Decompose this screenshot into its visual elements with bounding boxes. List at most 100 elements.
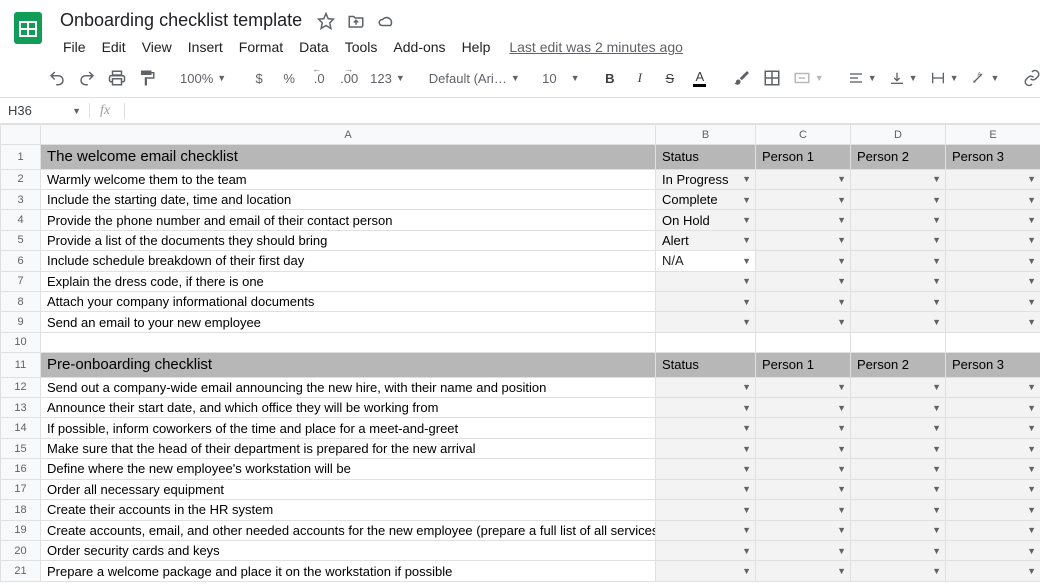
move-icon[interactable] [346, 11, 366, 31]
person-dropdown[interactable]: ▼ [946, 169, 1040, 189]
person-dropdown[interactable]: ▼ [756, 520, 851, 540]
insert-link-icon[interactable] [1019, 65, 1040, 91]
section-header-cell[interactable]: Person 1 [756, 145, 851, 170]
person-dropdown[interactable]: ▼ [851, 459, 946, 479]
menu-help[interactable]: Help [455, 35, 498, 59]
person-dropdown[interactable]: ▼ [946, 479, 1040, 499]
select-all-corner[interactable] [1, 125, 41, 145]
strikethrough-button[interactable]: S [657, 65, 683, 91]
sheets-logo[interactable] [8, 8, 48, 48]
horizontal-align-icon[interactable]: ▼ [844, 65, 881, 91]
cell[interactable]: Announce their start date, and which off… [41, 398, 656, 418]
menu-data[interactable]: Data [292, 35, 336, 59]
menu-addons[interactable]: Add-ons [386, 35, 452, 59]
cell[interactable]: Provide the phone number and email of th… [41, 210, 656, 230]
person-dropdown[interactable]: ▼ [756, 189, 851, 209]
person-dropdown[interactable]: ▼ [851, 189, 946, 209]
zoom-combo[interactable]: 100%▼ [176, 65, 230, 91]
font-size-combo[interactable]: 10▼ [541, 65, 581, 91]
status-dropdown[interactable]: N/A▼ [656, 251, 756, 271]
person-dropdown[interactable]: ▼ [756, 169, 851, 189]
menu-insert[interactable]: Insert [181, 35, 230, 59]
text-wrap-icon[interactable]: ▼ [926, 65, 963, 91]
section-header-cell[interactable]: Person 2 [851, 353, 946, 378]
row-header[interactable]: 6 [1, 251, 41, 271]
paint-format-icon[interactable] [134, 65, 160, 91]
row-header[interactable]: 2 [1, 169, 41, 189]
row-header[interactable]: 1 [1, 145, 41, 170]
person-dropdown[interactable]: ▼ [851, 251, 946, 271]
row-header[interactable]: 9 [1, 312, 41, 332]
print-icon[interactable] [104, 65, 130, 91]
spreadsheet-grid[interactable]: A B C D E 1The welcome email checklistSt… [0, 124, 1040, 582]
person-dropdown[interactable]: ▼ [946, 189, 1040, 209]
cell[interactable]: Define where the new employee's workstat… [41, 459, 656, 479]
row-header[interactable]: 14 [1, 418, 41, 438]
status-dropdown[interactable]: ▼ [656, 459, 756, 479]
section-header-cell[interactable]: Person 3 [946, 145, 1040, 170]
cell[interactable]: Send an email to your new employee [41, 312, 656, 332]
col-header-C[interactable]: C [756, 125, 851, 145]
status-dropdown[interactable]: ▼ [656, 540, 756, 560]
person-dropdown[interactable]: ▼ [946, 251, 1040, 271]
person-dropdown[interactable]: ▼ [946, 312, 1040, 332]
section-title-cell[interactable]: Pre-onboarding checklist [41, 353, 656, 378]
row-header[interactable]: 19 [1, 520, 41, 540]
cell[interactable]: Explain the dress code, if there is one [41, 271, 656, 291]
col-header-D[interactable]: D [851, 125, 946, 145]
cell[interactable] [656, 332, 756, 352]
cell[interactable] [756, 332, 851, 352]
row-header[interactable]: 18 [1, 500, 41, 520]
person-dropdown[interactable]: ▼ [851, 540, 946, 560]
person-dropdown[interactable]: ▼ [756, 312, 851, 332]
cell[interactable]: Prepare a welcome package and place it o… [41, 561, 656, 582]
person-dropdown[interactable]: ▼ [756, 479, 851, 499]
person-dropdown[interactable]: ▼ [851, 312, 946, 332]
menu-tools[interactable]: Tools [338, 35, 385, 59]
person-dropdown[interactable]: ▼ [946, 418, 1040, 438]
cell[interactable]: Include schedule breakdown of their firs… [41, 251, 656, 271]
cell[interactable]: Order all necessary equipment [41, 479, 656, 499]
person-dropdown[interactable]: ▼ [851, 210, 946, 230]
cell[interactable]: Send out a company-wide email announcing… [41, 377, 656, 397]
person-dropdown[interactable]: ▼ [756, 438, 851, 458]
section-header-cell[interactable]: Status [656, 353, 756, 378]
person-dropdown[interactable]: ▼ [851, 438, 946, 458]
cell[interactable] [946, 332, 1040, 352]
cell[interactable]: Attach your company informational docume… [41, 291, 656, 311]
person-dropdown[interactable]: ▼ [946, 520, 1040, 540]
col-header-E[interactable]: E [946, 125, 1040, 145]
person-dropdown[interactable]: ▼ [756, 210, 851, 230]
status-dropdown[interactable]: ▼ [656, 479, 756, 499]
status-dropdown[interactable]: ▼ [656, 561, 756, 582]
font-family-combo[interactable]: Default (Ari…▼ [425, 65, 525, 91]
person-dropdown[interactable]: ▼ [851, 479, 946, 499]
borders-icon[interactable] [759, 65, 785, 91]
person-dropdown[interactable]: ▼ [946, 377, 1040, 397]
cell[interactable]: If possible, inform coworkers of the tim… [41, 418, 656, 438]
status-dropdown[interactable]: Alert▼ [656, 230, 756, 250]
person-dropdown[interactable]: ▼ [851, 520, 946, 540]
status-dropdown[interactable]: On Hold▼ [656, 210, 756, 230]
person-dropdown[interactable]: ▼ [756, 418, 851, 438]
undo-icon[interactable] [44, 65, 70, 91]
row-header[interactable]: 16 [1, 459, 41, 479]
last-edit-link[interactable]: Last edit was 2 minutes ago [509, 39, 683, 55]
person-dropdown[interactable]: ▼ [946, 459, 1040, 479]
person-dropdown[interactable]: ▼ [946, 561, 1040, 582]
cloud-status-icon[interactable] [376, 11, 396, 31]
row-header[interactable]: 11 [1, 353, 41, 378]
vertical-align-icon[interactable]: ▼ [885, 65, 922, 91]
row-header[interactable]: 8 [1, 291, 41, 311]
person-dropdown[interactable]: ▼ [851, 271, 946, 291]
person-dropdown[interactable]: ▼ [756, 251, 851, 271]
row-header[interactable]: 20 [1, 540, 41, 560]
text-rotation-icon[interactable]: A▼ [966, 65, 1003, 91]
format-percent-button[interactable]: % [276, 65, 302, 91]
person-dropdown[interactable]: ▼ [946, 438, 1040, 458]
person-dropdown[interactable]: ▼ [851, 561, 946, 582]
name-box[interactable]: H36 ▼ [0, 103, 90, 118]
fill-color-icon[interactable] [729, 65, 755, 91]
section-header-cell[interactable]: Person 3 [946, 353, 1040, 378]
row-header[interactable]: 10 [1, 332, 41, 352]
